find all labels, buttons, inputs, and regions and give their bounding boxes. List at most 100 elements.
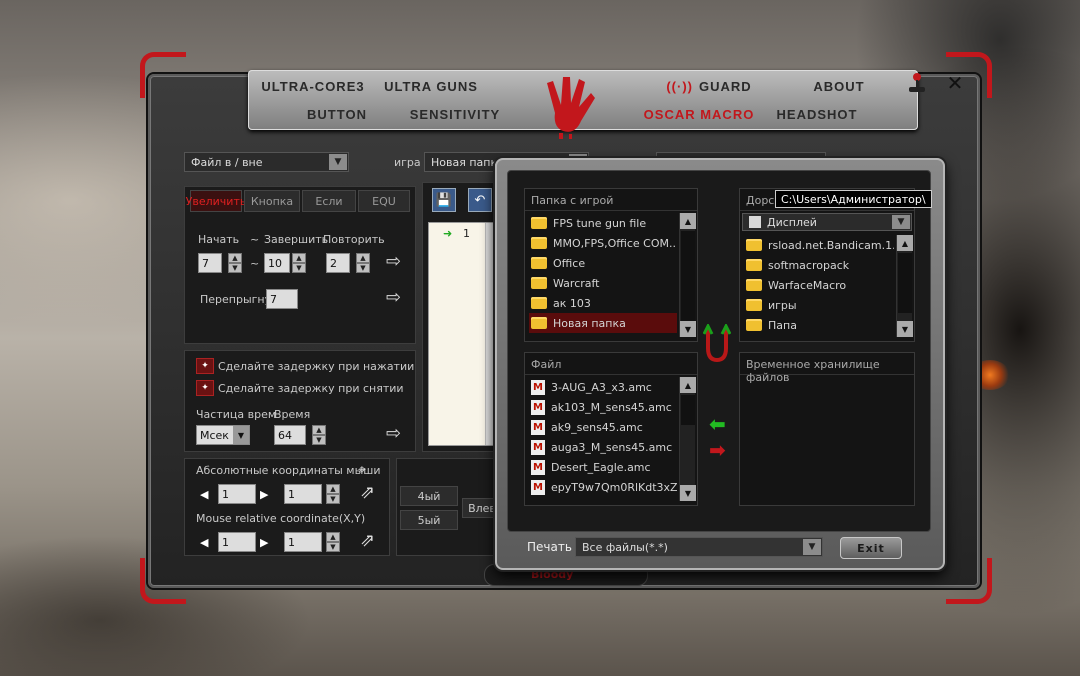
mouse-button-5[interactable]: 5ый: [400, 510, 458, 530]
subtab-increase[interactable]: Увеличить: [186, 190, 246, 212]
time-stepper[interactable]: ▲ ▼: [312, 425, 326, 445]
time-unit-select[interactable]: Мсек ▼: [196, 425, 250, 445]
abs-x-input[interactable]: 1: [218, 484, 256, 504]
bloody-hand-icon: [547, 77, 595, 139]
rel-y-input[interactable]: 1: [284, 532, 322, 552]
macro-script-area[interactable]: ➜ 1: [428, 222, 503, 446]
file-filter-select[interactable]: Все файлы(*.*) ▼: [575, 537, 823, 557]
joystick-icon[interactable]: [906, 72, 928, 94]
tab-about[interactable]: About: [780, 72, 898, 100]
tab-ultra-core3[interactable]: Ultra-Core3: [254, 72, 372, 100]
arrow-right-icon[interactable]: ⇨: [386, 425, 410, 443]
scroll-down-icon[interactable]: ▼: [680, 321, 696, 337]
list-item-label: ak9_sens45.amc: [551, 420, 643, 434]
list-item[interactable]: ак 103: [529, 293, 677, 313]
tab-guard[interactable]: ((·)) Guard: [650, 72, 768, 100]
temp-storage-title: Временное хранилище файлов: [740, 353, 914, 384]
tab-headshot[interactable]: Headshot: [758, 100, 876, 128]
save-icon[interactable]: 💾: [432, 188, 456, 212]
subtab-equ[interactable]: EQU: [358, 190, 410, 212]
mouse-button-4[interactable]: 4ый: [400, 486, 458, 506]
delay-press-icon[interactable]: ✦: [196, 358, 214, 374]
list-item[interactable]: softmacropack: [744, 255, 894, 275]
sync-icon[interactable]: [702, 322, 732, 364]
tab-oscar-macro[interactable]: Oscar Macro: [640, 100, 758, 128]
end-input[interactable]: 10: [264, 253, 290, 273]
exit-button[interactable]: Exit: [840, 537, 902, 559]
list-item[interactable]: Mak103_M_sens45.amc: [529, 397, 677, 417]
scroll-up-icon[interactable]: ▲: [897, 235, 913, 251]
repeat-input[interactable]: 2: [326, 253, 350, 273]
tab-button[interactable]: Button: [278, 100, 396, 128]
list-item[interactable]: M Desert_Eagle.amc: [529, 457, 677, 477]
rel-x-input[interactable]: 1: [218, 532, 256, 552]
scroll-up-icon[interactable]: ▲: [680, 377, 696, 393]
abs-y-input[interactable]: 1: [284, 484, 322, 504]
folder-icon: [531, 297, 547, 309]
jump-input[interactable]: 7: [266, 289, 298, 309]
subtab-if[interactable]: Если: [302, 190, 356, 212]
start-input[interactable]: 7: [198, 253, 222, 273]
scroll-thumb[interactable]: [898, 253, 912, 313]
list-item[interactable]: FPS tune gun file: [529, 213, 677, 233]
end-stepper[interactable]: ▲ ▼: [292, 253, 306, 273]
scroll-thumb[interactable]: [681, 231, 695, 321]
tab-ultra-guns[interactable]: Ultra Guns: [372, 72, 490, 100]
subtab-key[interactable]: Кнопка: [244, 190, 300, 212]
rel-x-increment-icon[interactable]: ▶: [260, 536, 268, 549]
list-item[interactable]: M 3-AUG_A3_x3.amc: [529, 377, 677, 397]
abs-y-stepper[interactable]: ▲ ▼: [326, 484, 340, 504]
scroll-down-icon[interactable]: ▼: [897, 321, 913, 337]
rel-x-decrement-icon[interactable]: ◀: [200, 536, 208, 549]
list-item-selected[interactable]: Новая папка: [529, 313, 677, 333]
scroll-down-icon[interactable]: ▼: [680, 485, 696, 501]
scroll-thumb[interactable]: [681, 395, 695, 425]
list-item-label: ak103_M_sens45.amc: [551, 400, 672, 414]
list-item[interactable]: Mak9_sens45.amc: [529, 417, 677, 437]
list-item[interactable]: игры: [744, 295, 894, 315]
chevron-down-icon: ▼: [233, 426, 249, 444]
undo-icon[interactable]: ↶: [468, 188, 492, 212]
path-folder-box: Дорс Дисплей ▼ rsload.net.Bandicam.1... …: [739, 188, 915, 342]
scroll-up-icon[interactable]: ▲: [680, 213, 696, 229]
list-item[interactable]: Mauga3_M_sens45.amc: [529, 437, 677, 457]
time-input[interactable]: 64: [274, 425, 306, 445]
start-stepper[interactable]: ▲ ▼: [228, 253, 242, 273]
list-item[interactable]: rsload.net.Bandicam.1...: [744, 235, 894, 255]
abs-x-decrement-icon[interactable]: ◀: [200, 488, 208, 501]
game-folder-list: FPS tune gun file MMO,FPS,Office COM... …: [529, 213, 677, 337]
list-item[interactable]: MMO,FPS,Office COM...: [529, 233, 677, 253]
file-in-out-select[interactable]: Файл в / вне ▼: [184, 152, 349, 172]
list-item-label: Папа: [768, 318, 797, 332]
list-item[interactable]: WarfaceMacro: [744, 275, 894, 295]
arrow-right-icon[interactable]: ⇨: [386, 289, 410, 307]
arrow-upright-icon[interactable]: ⇗: [360, 484, 384, 502]
arrow-upright-icon[interactable]: ⇗: [360, 532, 384, 550]
path-folder-scrollbar[interactable]: ▲ ▼: [896, 235, 913, 337]
repeat-stepper[interactable]: ▲ ▼: [356, 253, 370, 273]
time-label: Время: [274, 408, 311, 421]
crosshair-icon[interactable]: ⌖: [358, 462, 366, 478]
jump-label: Перепрыгну: [200, 293, 272, 306]
list-item[interactable]: Папа: [744, 315, 894, 335]
arrow-right-icon[interactable]: ⇨: [386, 253, 410, 271]
game-folder-scrollbar[interactable]: ▲ ▼: [679, 213, 696, 337]
folder-icon: [531, 257, 547, 269]
list-item[interactable]: Warcraft: [529, 273, 677, 293]
absolute-coordinates-label: Абсолютные координаты мыши: [196, 464, 381, 477]
tab-sensitivity[interactable]: Sensitivity: [396, 100, 514, 128]
list-item[interactable]: Office: [529, 253, 677, 273]
close-icon[interactable]: ✕: [944, 72, 966, 94]
temp-storage-box[interactable]: Временное хранилище файлов: [739, 352, 915, 506]
end-label: Завершить: [264, 233, 329, 246]
list-item[interactable]: MepyT9w7Qm0RlKdt3xZ...: [529, 477, 677, 497]
rel-y-stepper[interactable]: ▲ ▼: [326, 532, 340, 552]
abs-x-increment-icon[interactable]: ▶: [260, 488, 268, 501]
drive-select[interactable]: Дисплей ▼: [742, 213, 912, 231]
delay-release-icon[interactable]: ✦: [196, 380, 214, 396]
list-item-label: auga3_M_sens45.amc: [551, 440, 673, 454]
file-scrollbar[interactable]: ▲ ▼: [679, 377, 696, 501]
amc-file-icon: M: [531, 459, 545, 475]
move-left-icon[interactable]: ⬅: [709, 412, 726, 436]
move-right-icon[interactable]: ➡: [709, 438, 726, 462]
